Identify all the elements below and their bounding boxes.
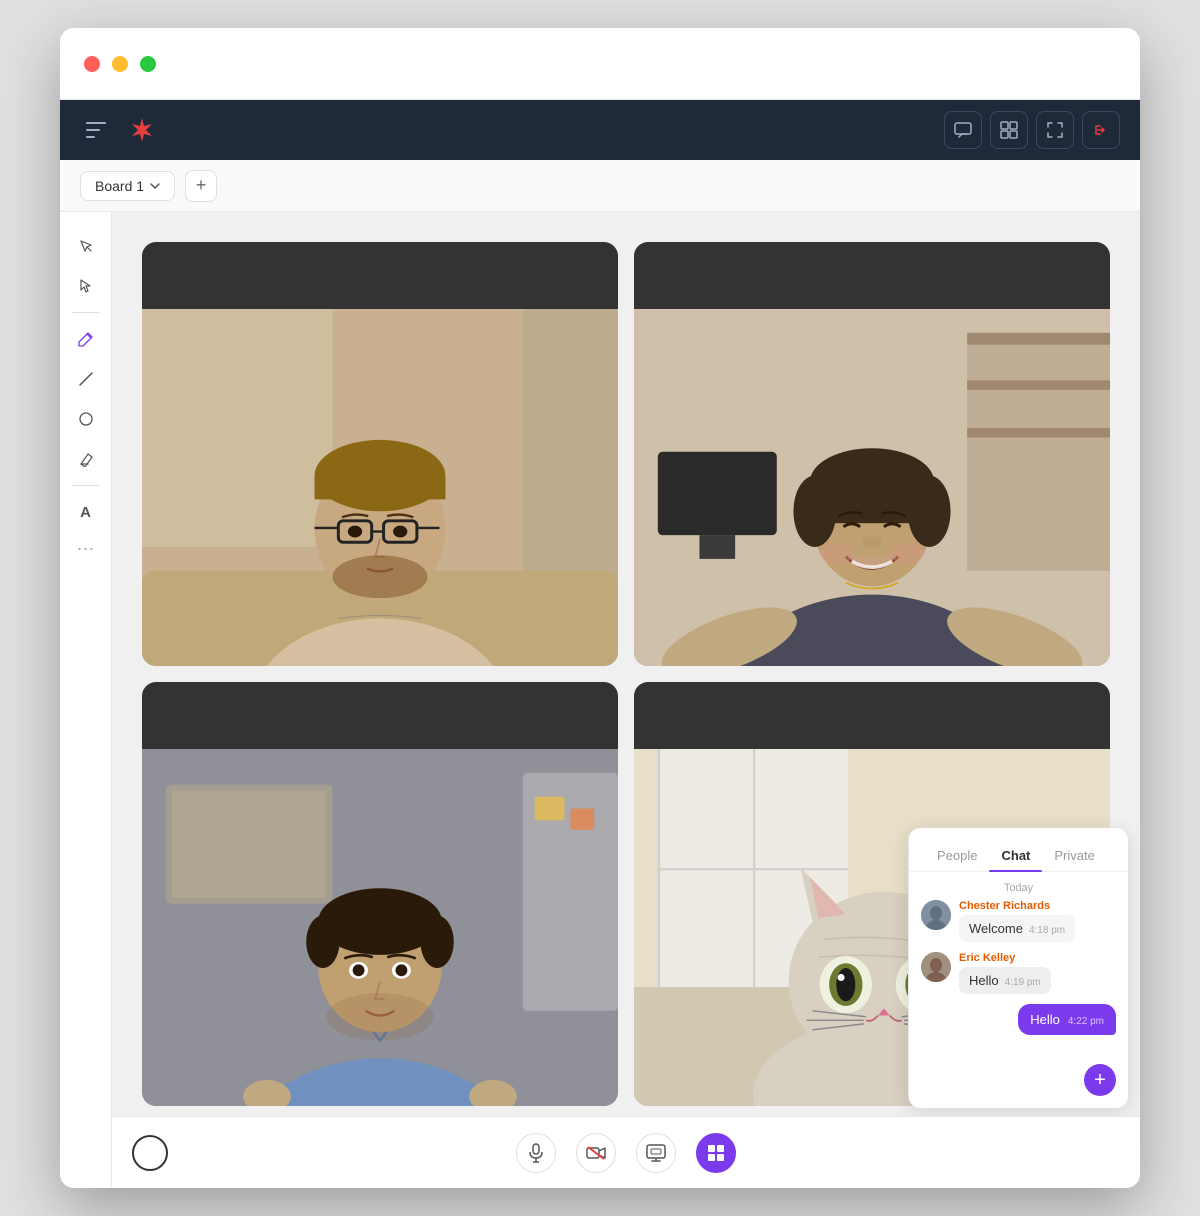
tab-people[interactable]: People (925, 840, 989, 871)
chat-text-chester: Welcome (969, 921, 1023, 936)
eraser-tool[interactable] (68, 441, 104, 477)
video-feed-3 (142, 682, 618, 1106)
layout-button[interactable] (696, 1133, 736, 1173)
chat-text-eric: Hello (969, 973, 999, 988)
line-tool[interactable] (68, 361, 104, 397)
video-feed-2 (634, 242, 1110, 666)
chat-message-eric: Eric Kelley Hello 4:19 pm (921, 952, 1116, 994)
own-text: Hello (1030, 1012, 1060, 1027)
navbar (60, 100, 1140, 160)
chat-date-label: Today (909, 872, 1128, 900)
circle-tool[interactable] (68, 401, 104, 437)
video-feed-1 (142, 242, 618, 666)
toolbar: A ··· (60, 212, 112, 1188)
status-circle (132, 1135, 168, 1171)
chat-sender-eric: Eric Kelley (959, 952, 1051, 964)
exit-icon-btn[interactable] (1082, 111, 1120, 149)
minimize-button[interactable] (112, 56, 128, 72)
chat-text-row-chester: Welcome 4:18 pm (959, 915, 1075, 942)
expand-icon-btn[interactable] (1036, 111, 1074, 149)
avatar-chester (921, 900, 951, 930)
video-cell-3 (142, 682, 618, 1106)
maximize-button[interactable] (140, 56, 156, 72)
chat-icon-btn[interactable] (944, 111, 982, 149)
video-off-button[interactable] (576, 1133, 616, 1173)
own-bubble: Hello 4:22 pm (1018, 1004, 1116, 1035)
add-board-icon: + (196, 175, 207, 196)
tool-divider-1 (72, 312, 100, 313)
filter-icon[interactable] (80, 114, 112, 146)
cursor-alt-tool[interactable] (68, 228, 104, 264)
chat-message-own: Hello 4:22 pm (921, 1004, 1116, 1035)
board-tab-1[interactable]: Board 1 (80, 171, 175, 201)
chevron-down-icon (150, 183, 160, 189)
more-tools-button[interactable]: ··· (77, 538, 95, 559)
mic-button[interactable] (516, 1133, 556, 1173)
own-time: 4:22 pm (1068, 1016, 1104, 1027)
tool-divider-2 (72, 485, 100, 486)
chat-bubble-eric: Eric Kelley Hello 4:19 pm (959, 952, 1051, 994)
chat-panel: People Chat Private Today (908, 828, 1128, 1108)
title-bar (60, 28, 1140, 100)
video-cell-2 (634, 242, 1110, 666)
canvas-area: People Chat Private Today (112, 212, 1140, 1188)
close-button[interactable] (84, 56, 100, 72)
tab-private[interactable]: Private (1042, 840, 1106, 871)
chat-tabs: People Chat Private (909, 828, 1128, 872)
video-cell-1 (142, 242, 618, 666)
cursor-tool[interactable] (68, 268, 104, 304)
board-tab-label: Board 1 (95, 178, 144, 194)
chat-text-row-eric: Hello 4:19 pm (959, 967, 1051, 994)
chat-message-chester: Chester Richards Welcome 4:18 pm (921, 900, 1116, 942)
screen-share-button[interactable] (636, 1133, 676, 1173)
chat-sender-chester: Chester Richards (959, 900, 1075, 912)
chat-add-button[interactable]: + (1084, 1064, 1116, 1096)
avatar-eric (921, 952, 951, 982)
main-content: A ··· (60, 212, 1140, 1188)
add-board-button[interactable]: + (185, 170, 217, 202)
logo-icon (126, 114, 158, 146)
pen-tool[interactable] (68, 321, 104, 357)
board-tabs-bar: Board 1 + (60, 160, 1140, 212)
chat-time-eric: 4:19 pm (1005, 977, 1041, 988)
chat-bubble-chester: Chester Richards Welcome 4:18 pm (959, 900, 1075, 942)
grid-icon-btn[interactable] (990, 111, 1028, 149)
navbar-left (80, 114, 158, 146)
navbar-right (944, 111, 1120, 149)
chat-time-chester: 4:18 pm (1029, 925, 1065, 936)
text-tool[interactable]: A (68, 494, 104, 530)
bottom-bar (112, 1116, 1140, 1188)
app-window: Board 1 + (60, 28, 1140, 1188)
tab-chat[interactable]: Chat (989, 840, 1042, 871)
